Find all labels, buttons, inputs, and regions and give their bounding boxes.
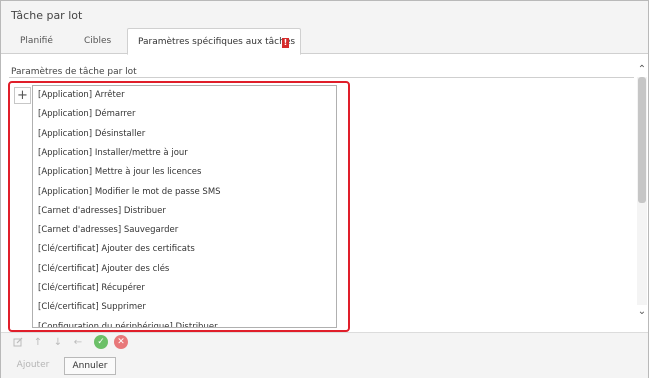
add-button[interactable]: Ajouter <box>10 357 56 375</box>
list-item[interactable]: [Application] Arrêter <box>38 86 125 104</box>
list-item[interactable]: [Clé/certificat] Récupérer <box>38 279 145 297</box>
task-list[interactable]: [Application] Arrêter [Application] Déma… <box>32 85 337 328</box>
batch-task-dialog: Tâche par lot Planifié Cibles Paramètres… <box>0 0 649 378</box>
arrow-left-icon[interactable]: ← <box>70 334 86 350</box>
list-item[interactable]: [Clé/certificat] Ajouter des certificats <box>38 240 195 258</box>
list-item[interactable]: [Application] Mettre à jour les licences <box>38 163 201 181</box>
scrollbar-thumb[interactable] <box>638 77 646 203</box>
title-bar: Tâche par lot <box>1 1 648 28</box>
list-item[interactable]: [Configuration du périphérique] Distribu… <box>38 318 218 327</box>
arrow-down-icon[interactable]: ↓ <box>50 334 66 350</box>
close-circle-icon[interactable]: ✕ <box>114 335 128 349</box>
dialog-title: Tâche par lot <box>11 9 83 22</box>
section-label: Paramètres de tâche par lot <box>11 67 137 77</box>
tab-parametres-specifiques[interactable]: Paramètres spécifiques aux tâches ! <box>127 28 301 55</box>
add-task-button[interactable]: + <box>14 87 31 104</box>
check-circle-icon[interactable]: ✓ <box>94 335 108 349</box>
list-item[interactable]: [Application] Modifier le mot de passe S… <box>38 183 221 201</box>
cancel-button[interactable]: Annuler <box>64 357 116 375</box>
list-item[interactable]: [Carnet d'adresses] Distribuer <box>38 202 166 220</box>
tab-planifie[interactable]: Planifié <box>20 28 53 54</box>
section-divider <box>9 77 634 78</box>
tab-parametres-label: Paramètres spécifiques aux tâches <box>138 37 296 47</box>
list-item[interactable]: [Application] Installer/mettre à jour <box>38 144 188 162</box>
list-item[interactable]: [Application] Démarrer <box>38 105 135 123</box>
list-item[interactable]: [Clé/certificat] Supprimer <box>38 298 146 316</box>
list-item[interactable]: [Clé/certificat] Ajouter des clés <box>38 260 169 278</box>
arrow-up-icon[interactable]: ↑ <box>30 334 46 350</box>
warning-badge: ! <box>282 38 289 48</box>
scroll-up-icon[interactable]: ⌃ <box>637 63 647 77</box>
tab-bar: Planifié Cibles Paramètres spécifiques a… <box>1 28 648 55</box>
edit-icon[interactable] <box>10 334 26 350</box>
list-item[interactable]: [Carnet d'adresses] Sauvegarder <box>38 221 178 239</box>
scroll-down-icon[interactable]: ⌄ <box>637 305 647 319</box>
list-item[interactable]: [Application] Désinstaller <box>38 125 145 143</box>
tab-cibles[interactable]: Cibles <box>84 28 111 54</box>
